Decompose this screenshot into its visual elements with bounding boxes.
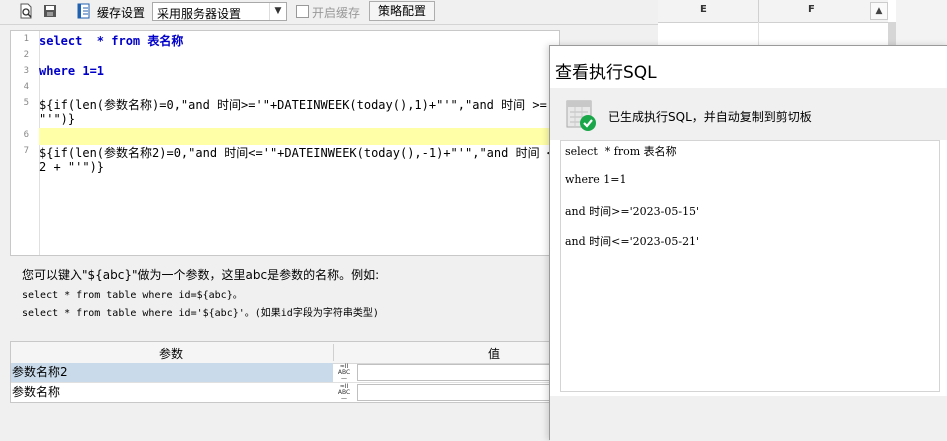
- executed-sql-text[interactable]: select * from 表名称 where 1=1 and 时间>='202…: [560, 140, 940, 392]
- sheet-side-panel: [896, 0, 947, 50]
- sql-line: select * from 表名称: [565, 145, 677, 158]
- cache-mode-select[interactable]: 采用服务器设置 ▼: [152, 2, 287, 21]
- param-table-header: 参数 值: [11, 342, 551, 364]
- sql-editor[interactable]: 1 2 3 4 5 6 7 select * from 表名称 where 1=…: [10, 30, 560, 256]
- sql-line: and 时间>='2023-05-15': [565, 205, 700, 218]
- hint-line-2: select * from table where id=${abc}。: [22, 290, 243, 301]
- sql-line: where 1=1: [565, 173, 627, 186]
- preview-icon[interactable]: [18, 3, 34, 19]
- abc-type-icon[interactable]: ≈II ABC —: [333, 384, 355, 402]
- code-line-7-wrap: 2 + "'")}: [39, 160, 105, 174]
- code-line-5: ${if(len(参数名称)=0,"and 时间>='"+DATEINWEEK(…: [39, 98, 560, 112]
- code-line-1: select * from 表名称: [39, 34, 184, 48]
- dialog-footer: [550, 396, 947, 441]
- hint-line-3: select * from table where id='${abc}'。(如…: [22, 308, 379, 319]
- view-executed-sql-dialog: 查看执行SQL 已生成执行SQL，并自动复制到剪切板 select * from…: [549, 45, 947, 441]
- chevron-down-icon[interactable]: ▼: [269, 3, 286, 20]
- abc-type-icon[interactable]: ≈II ABC —: [333, 364, 355, 382]
- value-column-header[interactable]: 值: [488, 345, 500, 362]
- line-number: 2: [23, 50, 29, 60]
- hint-line-1: 您可以键入"${abc}"做为一个参数，这里abc是参数的名称。例如:: [22, 268, 380, 282]
- strategy-config-button[interactable]: 策略配置: [369, 1, 435, 21]
- table-row[interactable]: 参数名称 ≈II ABC —: [11, 383, 551, 402]
- sheet-column-header: E F: [658, 0, 888, 23]
- line-number: 1: [23, 34, 29, 44]
- sql-toolbar: 缓存设置 采用服务器设置 ▼ 开启缓存 策略配置: [0, 0, 658, 25]
- param-value-input[interactable]: [357, 364, 551, 381]
- cache-settings-icon: [76, 3, 92, 19]
- scroll-up-icon[interactable]: ▲: [870, 2, 888, 20]
- line-number-gutter: 1 2 3 4 5 6 7: [11, 31, 40, 255]
- current-line-highlight: [39, 128, 559, 145]
- line-number: 7: [23, 146, 29, 156]
- line-number: 4: [23, 82, 29, 92]
- param-name[interactable]: 参数名称: [11, 383, 333, 402]
- line-number: 6: [23, 130, 29, 140]
- param-column-header[interactable]: 参数: [159, 345, 183, 362]
- param-value-input[interactable]: [357, 384, 551, 401]
- column-f-header[interactable]: F: [808, 4, 815, 15]
- line-number: 3: [23, 66, 29, 76]
- sql-line: and 时间<='2023-05-21': [565, 235, 700, 248]
- parameter-table: 参数 值 参数名称2 ≈II ABC — 参数名称 ≈II ABC —: [10, 341, 552, 403]
- table-row[interactable]: 参数名称2 ≈II ABC —: [11, 363, 551, 383]
- code-line-7: ${if(len(参数名称2)=0,"and 时间<='"+DATEINWEEK…: [39, 146, 560, 160]
- code-line-5-wrap: "'")}: [39, 112, 76, 126]
- column-e-header[interactable]: E: [700, 4, 707, 15]
- sql-success-icon: [566, 100, 598, 132]
- spreadsheet-area: E F ▲: [658, 0, 947, 52]
- dialog-message: 已生成执行SQL，并自动复制到剪切板: [608, 110, 812, 124]
- dialog-title: 查看执行SQL: [555, 63, 657, 83]
- enable-cache-checkbox[interactable]: [296, 5, 309, 18]
- cache-mode-value: 采用服务器设置: [157, 7, 242, 21]
- enable-cache-label: 开启缓存: [312, 6, 361, 20]
- code-line-3: where 1=1: [39, 64, 105, 78]
- line-number: 5: [23, 98, 29, 108]
- param-name[interactable]: 参数名称2: [11, 363, 333, 382]
- database-icon[interactable]: [42, 3, 58, 19]
- parameter-hint: 您可以键入"${abc}"做为一个参数，这里abc是参数的名称。例如: sele…: [22, 266, 379, 319]
- cache-settings-label: 缓存设置: [97, 6, 146, 20]
